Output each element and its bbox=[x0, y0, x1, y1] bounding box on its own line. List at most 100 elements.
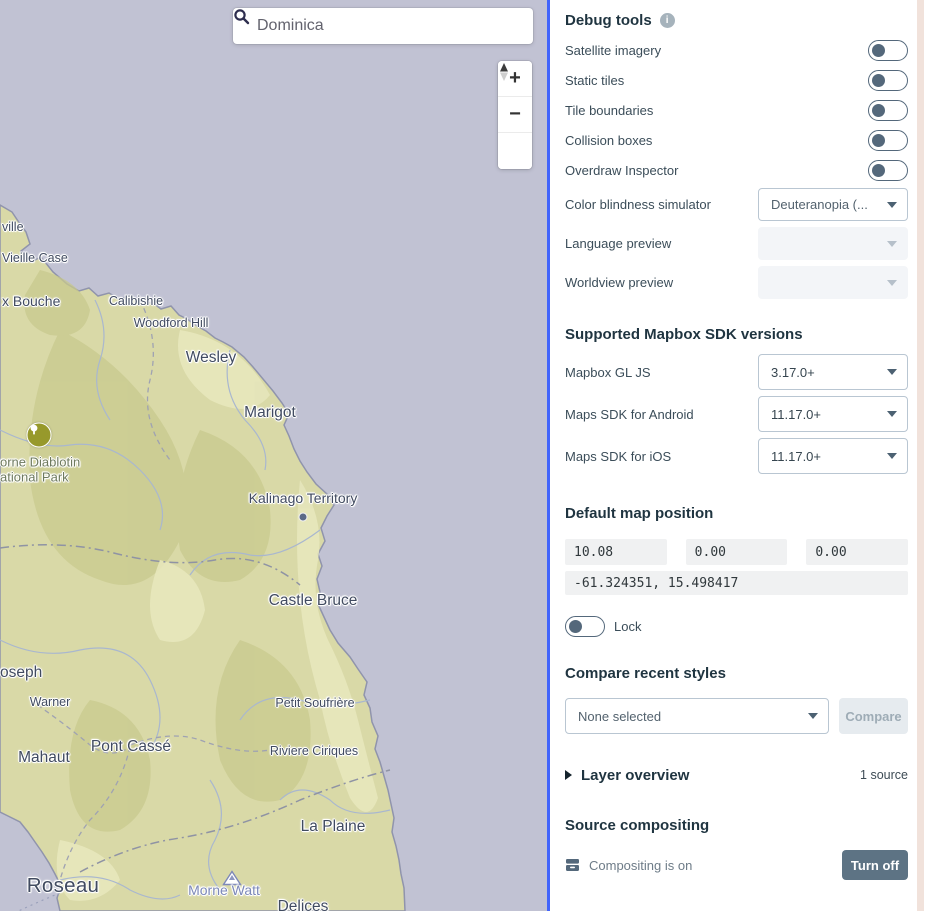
map-label-roseau: Roseau bbox=[27, 874, 99, 898]
map-position-header: Default map position bbox=[565, 505, 908, 522]
maps-sdk-for-ios-version-select[interactable]: 11.17.0+ bbox=[758, 438, 908, 474]
static-tiles-toggle[interactable] bbox=[868, 70, 908, 91]
map-label-marigot: Marigot bbox=[244, 404, 296, 422]
sdk-version-row: Mapbox GL JS 3.17.0+ bbox=[565, 351, 908, 393]
map-label-kalinago-territory: Kalinago Territory bbox=[249, 490, 358, 506]
map-label-delices: Delices bbox=[278, 898, 329, 911]
zoom-out-button[interactable]: − bbox=[498, 97, 532, 133]
satellite-imagery-toggle[interactable] bbox=[868, 40, 908, 61]
chevron-down-icon bbox=[887, 280, 897, 286]
compass-button[interactable] bbox=[498, 133, 532, 169]
map-label-vieille-case: Vieille Case bbox=[2, 251, 68, 265]
map-search-box bbox=[233, 8, 533, 44]
debug-select-row: Color blindness simulatorDeuteranopia (.… bbox=[565, 185, 908, 224]
layer-overview-row: Layer overview 1 source bbox=[565, 760, 908, 790]
chevron-down-icon bbox=[887, 369, 897, 375]
pitch-value-input[interactable] bbox=[806, 539, 908, 565]
mapbox-gl-js-version-select[interactable]: 3.17.0+ bbox=[758, 354, 908, 390]
compare-button[interactable]: Compare bbox=[839, 698, 908, 734]
toggle-knob bbox=[872, 74, 885, 87]
debug-select-row: Language preview bbox=[565, 224, 908, 263]
debug-tools-header: Debug tools i bbox=[565, 12, 908, 29]
select-value: Deuteranopia (... bbox=[771, 197, 868, 212]
collision-boxes-toggle[interactable] bbox=[868, 130, 908, 151]
sdk-version-row: Maps SDK for Android 11.17.0+ bbox=[565, 393, 908, 435]
compass-needle-icon bbox=[498, 61, 510, 83]
map-label-woodford-hill: Woodford Hill bbox=[134, 316, 209, 330]
bearing-value-input[interactable] bbox=[686, 539, 788, 565]
language-preview-select bbox=[758, 227, 908, 260]
debug-toggle-row: Static tiles bbox=[565, 65, 908, 95]
lock-label: Lock bbox=[614, 619, 641, 634]
map-art bbox=[0, 0, 547, 911]
toggle-knob bbox=[569, 620, 582, 633]
worldview-preview-select bbox=[758, 266, 908, 299]
map-label-oseph: oseph bbox=[0, 664, 42, 682]
map-label-castle-bruce: Castle Bruce bbox=[269, 592, 358, 610]
chevron-down-icon bbox=[887, 241, 897, 247]
debug-toggle-row: Collision boxes bbox=[565, 125, 908, 155]
center-coordinates-input[interactable] bbox=[565, 571, 908, 595]
map-label-ational-park: ational Park bbox=[0, 470, 69, 485]
panel-scrollbar[interactable] bbox=[917, 0, 924, 911]
chevron-down-icon bbox=[887, 411, 897, 417]
source-count: 1 source bbox=[860, 768, 908, 782]
debug-select-row: Worldview preview bbox=[565, 263, 908, 302]
select-label-worldview-preview: Worldview preview bbox=[565, 275, 673, 290]
turn-off-button[interactable]: Turn off bbox=[842, 850, 908, 880]
map-label-la-plaine: La Plaine bbox=[301, 818, 366, 836]
search-input[interactable] bbox=[255, 16, 521, 36]
maps-sdk-for-android-version-select[interactable]: 11.17.0+ bbox=[758, 396, 908, 432]
sdk-version-value: 3.17.0+ bbox=[771, 365, 815, 380]
map-label-riviere-ciriques: Riviere Ciriques bbox=[270, 744, 358, 758]
toggle-label-satellite-imagery: Satellite imagery bbox=[565, 43, 661, 58]
map-label-pont-cass: Pont Cassé bbox=[91, 738, 171, 756]
map-label-petit-soufri-re: Petit Soufrière bbox=[275, 696, 354, 710]
overdraw-inspector-toggle[interactable] bbox=[868, 160, 908, 181]
debug-toggle-row: Overdraw Inspector bbox=[565, 155, 908, 185]
sdk-label-maps-sdk-for-ios: Maps SDK for iOS bbox=[565, 449, 671, 464]
toggle-knob bbox=[872, 44, 885, 57]
toggle-label-tile-boundaries: Tile boundaries bbox=[565, 103, 653, 118]
sdk-version-value: 11.17.0+ bbox=[771, 449, 821, 464]
settlement-dot bbox=[299, 513, 308, 522]
source-compositing-header: Source compositing bbox=[565, 817, 908, 834]
color-blindness-simulator-select[interactable]: Deuteranopia (... bbox=[758, 188, 908, 221]
tile-boundaries-toggle[interactable] bbox=[868, 100, 908, 121]
layer-overview-title: Layer overview bbox=[581, 767, 689, 784]
layer-overview-toggle[interactable]: Layer overview bbox=[565, 767, 689, 784]
chevron-down-icon bbox=[887, 453, 897, 459]
sdk-label-maps-sdk-for-android: Maps SDK for Android bbox=[565, 407, 694, 422]
expand-triangle-icon bbox=[565, 770, 572, 780]
info-icon[interactable]: i bbox=[660, 13, 675, 28]
map-label-morne-watt: Morne Watt bbox=[188, 882, 260, 898]
map-label-warner: Warner bbox=[30, 695, 71, 709]
map-label-mahaut: Mahaut bbox=[18, 749, 70, 767]
map-canvas[interactable]: ville Vieille Case x Bouche Calibishie Woodf… bbox=[0, 0, 547, 911]
map-label-x-bouche: x Bouche bbox=[2, 293, 60, 309]
compare-styles-header: Compare recent styles bbox=[565, 665, 908, 682]
compare-styles-select-value: None selected bbox=[578, 709, 661, 724]
map-label-ville: ville bbox=[2, 220, 24, 234]
select-label-language-preview: Language preview bbox=[565, 236, 671, 251]
map-zoom-controls: + − bbox=[498, 61, 532, 169]
chevron-down-icon bbox=[808, 713, 818, 719]
debug-panel: Debug tools i Satellite imagery Static ti… bbox=[547, 0, 926, 911]
sdk-versions-header: Supported Mapbox SDK versions bbox=[565, 326, 908, 343]
national-park-icon bbox=[27, 423, 52, 448]
sdk-label-mapbox-gl-js: Mapbox GL JS bbox=[565, 365, 651, 380]
compare-styles-select[interactable]: None selected bbox=[565, 698, 829, 734]
debug-toggle-row: Satellite imagery bbox=[565, 35, 908, 65]
chevron-down-icon bbox=[887, 202, 897, 208]
map-label-wesley: Wesley bbox=[186, 349, 237, 367]
toggle-knob bbox=[872, 164, 885, 177]
sdk-version-value: 11.17.0+ bbox=[771, 407, 821, 422]
lock-toggle[interactable] bbox=[565, 616, 605, 637]
toggle-knob bbox=[872, 134, 885, 147]
toggle-label-collision-boxes: Collision boxes bbox=[565, 133, 652, 148]
map-label-calibishie: Calibishie bbox=[109, 294, 163, 308]
debug-toggle-row: Tile boundaries bbox=[565, 95, 908, 125]
compositing-status: Compositing is on bbox=[589, 858, 692, 873]
zoom-value-input[interactable] bbox=[565, 539, 667, 565]
toggle-knob bbox=[872, 104, 885, 117]
